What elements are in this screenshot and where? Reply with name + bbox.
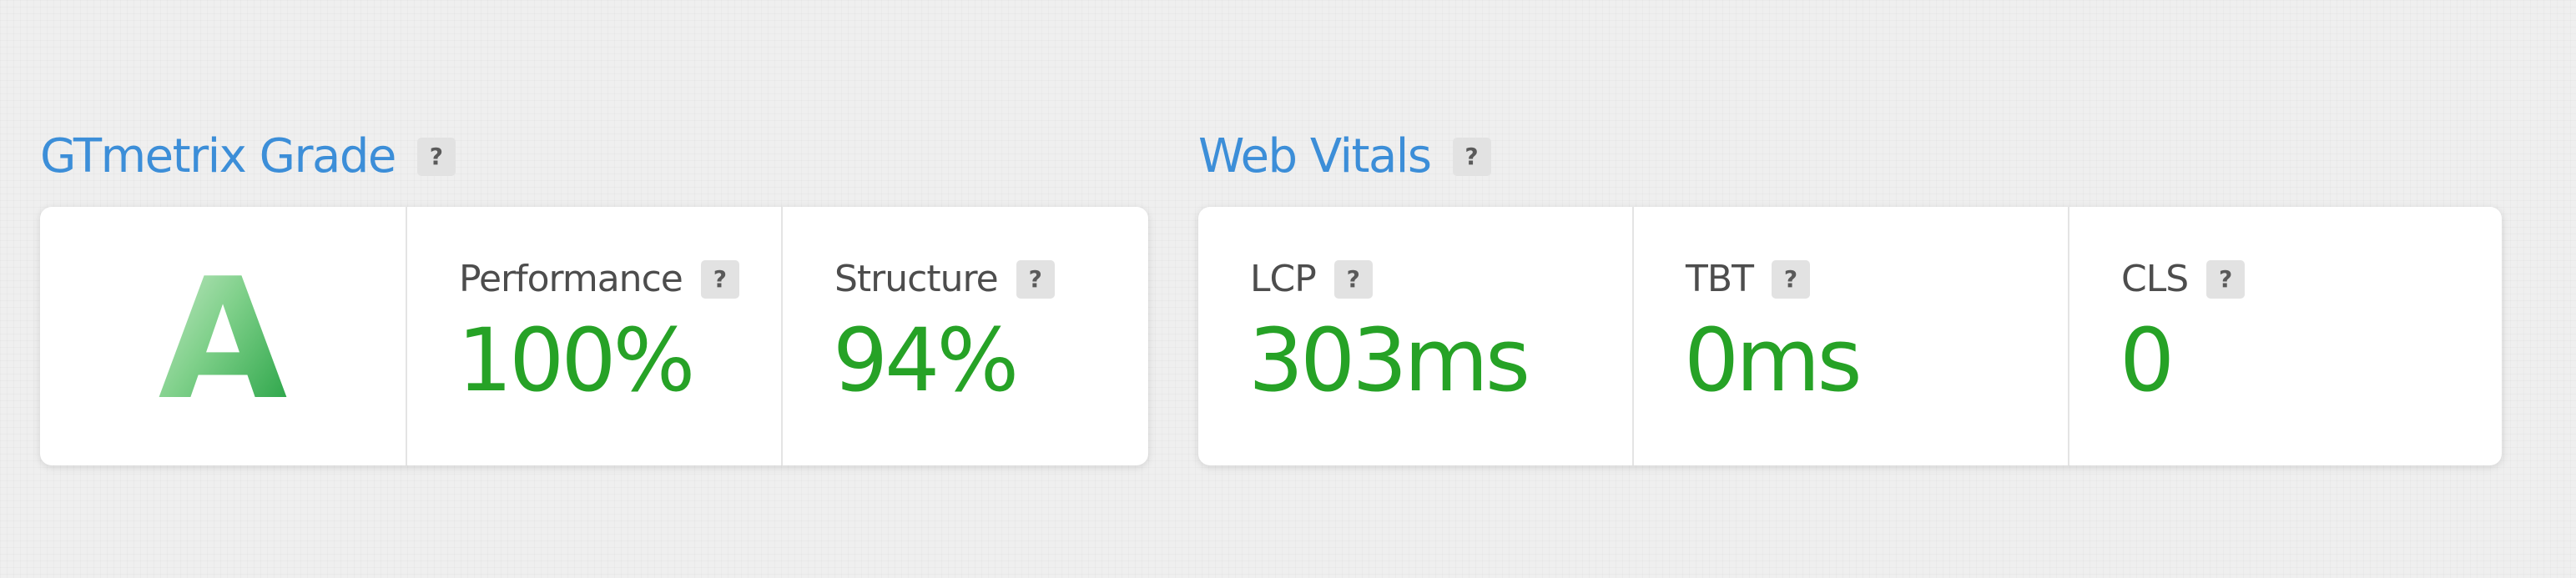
metric-performance: Performance ? 100% [406, 207, 781, 465]
performance-help-icon[interactable]: ? [700, 260, 739, 299]
metric-tbt: TBT ? 0ms [1632, 207, 2068, 465]
tbt-help-icon[interactable]: ? [1771, 260, 1810, 299]
cls-value: 0 [2120, 309, 2175, 411]
gtmetrix-grade-header: GTmetrix Grade ? [40, 125, 1148, 188]
grade-letter-icon: A [159, 265, 288, 407]
gtmetrix-grade-section: GTmetrix Grade ? A Performance ? 100% St… [40, 125, 1148, 465]
gtmetrix-grade-title: GTmetrix Grade [40, 129, 396, 183]
lcp-label: LCP [1250, 258, 1317, 300]
gtmetrix-grade-help-icon[interactable]: ? [416, 138, 456, 176]
grade-cell: A [40, 207, 406, 465]
web-vitals-section: Web Vitals ? LCP ? 303ms TBT ? 0ms CLS ?… [1198, 125, 2502, 465]
grade-letter: A [159, 265, 288, 407]
metric-lcp: LCP ? 303ms [1198, 207, 1632, 465]
web-vitals-header: Web Vitals ? [1198, 125, 2502, 188]
metric-cls: CLS ? 0 [2068, 207, 2502, 465]
metric-structure: Structure ? 94% [781, 207, 1148, 465]
structure-help-icon[interactable]: ? [1016, 260, 1055, 299]
cls-label: CLS [2121, 258, 2189, 300]
structure-value: 94% [833, 309, 1019, 411]
performance-value: 100% [457, 309, 695, 411]
structure-label: Structure [834, 258, 999, 300]
tbt-value: 0ms [1684, 309, 1863, 411]
cls-help-icon[interactable]: ? [2206, 260, 2246, 299]
performance-label: Performance [459, 258, 683, 300]
lcp-help-icon[interactable]: ? [1333, 260, 1373, 299]
web-vitals-title: Web Vitals [1198, 129, 1432, 183]
web-vitals-help-icon[interactable]: ? [1452, 138, 1491, 176]
tbt-label: TBT [1686, 258, 1754, 300]
lcp-value: 303ms [1248, 309, 1530, 411]
gtmetrix-grade-card: A Performance ? 100% Structure ? 94% [40, 207, 1148, 465]
web-vitals-card: LCP ? 303ms TBT ? 0ms CLS ? 0 [1198, 207, 2502, 465]
